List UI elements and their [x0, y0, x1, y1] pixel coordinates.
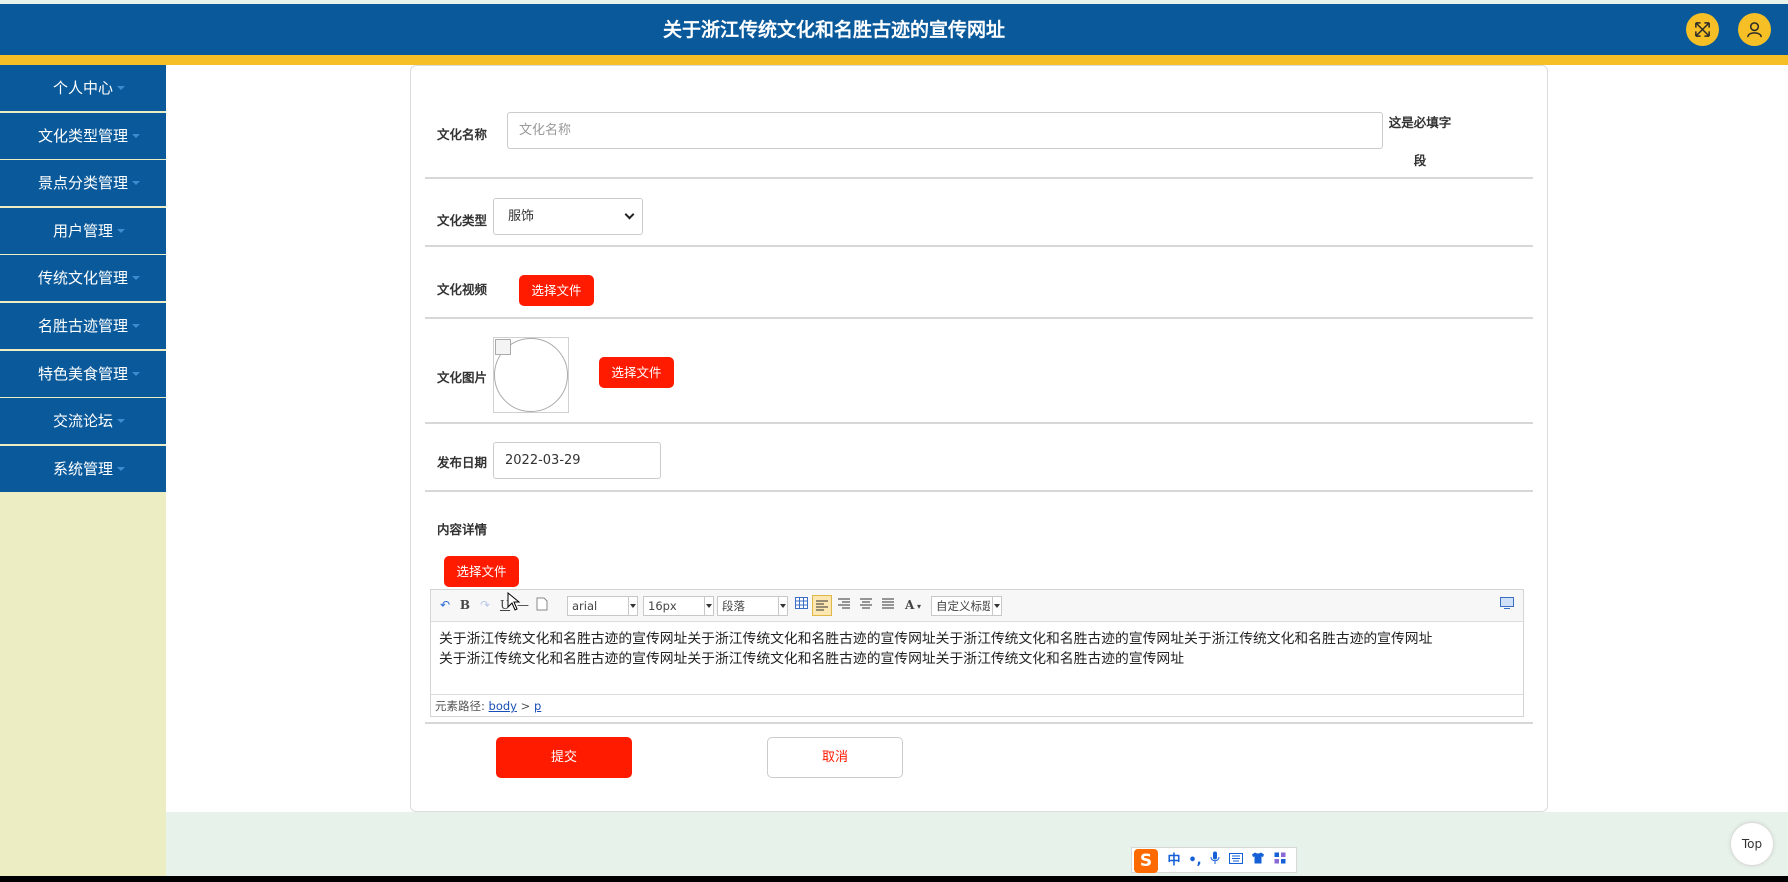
skin-icon[interactable] [1249, 851, 1267, 871]
user-icon [1747, 22, 1762, 38]
chevron-down-icon [704, 597, 713, 615]
submit-button[interactable]: 提交 [496, 737, 632, 778]
date-label: 发布日期 [437, 455, 488, 470]
sidebar-item-users[interactable]: 用户管理 [0, 207, 166, 254]
caret-down-icon [117, 466, 125, 471]
ime-punctuation-toggle[interactable]: •, [1186, 851, 1204, 871]
toolbox-icon[interactable] [1271, 851, 1289, 871]
video-choose-file-button[interactable]: 选择文件 [519, 275, 594, 306]
chevron-down-icon [624, 209, 635, 220]
sidebar-item-traditional-culture[interactable]: 传统文化管理 [0, 255, 166, 302]
source-view-icon[interactable] [1498, 597, 1516, 614]
video-label: 文化视频 [437, 282, 488, 297]
back-to-top-button[interactable]: Top [1730, 822, 1774, 866]
sidebar-item-label: 用户管理 [52, 221, 113, 240]
chevron-down-icon [992, 597, 1001, 615]
align-center-icon[interactable] [858, 597, 874, 614]
editor-content[interactable]: 关于浙江传统文化和名胜古迹的宣传网址关于浙江传统文化和名胜古迹的宣传网址关于浙江… [439, 629, 1519, 669]
culture-type-select[interactable]: 服饰 [493, 198, 643, 235]
sidebar-item-label: 景点分类管理 [37, 174, 128, 193]
sidebar: 个人中心 文化类型管理 景点分类管理 用户管理 传统文化管理 名胜古迹管理 特色… [0, 65, 166, 876]
sidebar-item-label: 文化类型管理 [37, 126, 128, 145]
redo-icon[interactable]: ↷ [477, 597, 493, 614]
page-icon[interactable] [535, 597, 549, 614]
edit-form: 文化名称 这是必填字 段 文化类型 服饰 文化视频 选择文件 文化图片 选择文件… [410, 65, 1548, 812]
microphone-icon[interactable] [1206, 851, 1224, 871]
table-icon[interactable] [793, 597, 809, 614]
align-justify-icon[interactable] [880, 597, 896, 614]
cancel-button[interactable]: 取消 [767, 737, 903, 778]
sidebar-item-culture-types[interactable]: 文化类型管理 [0, 112, 166, 159]
align-left-button[interactable] [812, 595, 832, 616]
caret-down-icon [132, 276, 140, 281]
form-row-name: 文化名称 这是必填字 段 [425, 66, 1533, 179]
content-choose-file-button[interactable]: 选择文件 [444, 556, 519, 587]
keyboard-icon[interactable] [1227, 851, 1245, 871]
select-value: 服饰 [508, 209, 535, 224]
ime-mode-toggle[interactable]: 中 [1165, 851, 1183, 871]
chevron-down-icon [628, 597, 637, 615]
form-row-image [425, 319, 1533, 424]
caret-down-icon [117, 86, 125, 90]
ime-logo-icon[interactable]: S [1134, 849, 1158, 873]
sidebar-item-label: 系统管理 [52, 459, 113, 478]
caret-down-icon [117, 228, 125, 233]
content-label: 内容详情 [437, 522, 488, 537]
align-right-icon[interactable] [836, 597, 852, 614]
header-accent-strip [0, 55, 1788, 65]
path-link-p[interactable]: p [534, 699, 541, 713]
app-window: 关于浙江传统文化和名胜古迹的宣传网址 个人中心 文化类型管理 景点分类管理 用户… [0, 0, 1788, 876]
chevron-down-icon [778, 597, 787, 615]
sidebar-item-label: 传统文化管理 [37, 269, 128, 288]
page-title: 关于浙江传统文化和名胜古迹的宣传网址 [662, 19, 1005, 41]
bold-button[interactable]: B [457, 597, 473, 614]
sidebar-item-label: 名胜古迹管理 [37, 316, 128, 335]
path-link-body[interactable]: body [489, 699, 517, 713]
caret-down-icon [132, 371, 140, 376]
sidebar-item-personal-center[interactable]: 个人中心 [0, 65, 166, 111]
sidebar-item-historic-sites[interactable]: 名胜古迹管理 [0, 302, 166, 349]
caret-down-icon [132, 323, 140, 328]
user-button[interactable] [1738, 13, 1771, 46]
rich-text-editor: ↶ B ↷ U — arial 16px 段落 A ▾ 自定义标题 关于浙江传统… [430, 589, 1524, 717]
sidebar-item-forum[interactable]: 交流论坛 [0, 398, 166, 445]
custom-title-select[interactable]: 自定义标题 [931, 596, 1002, 616]
fullscreen-button[interactable] [1686, 13, 1719, 46]
sidebar-item-system[interactable]: 系统管理 [0, 445, 166, 492]
font-family-select[interactable]: arial [567, 596, 638, 616]
mouse-cursor-icon [507, 592, 521, 611]
image-preview [493, 337, 569, 413]
undo-icon[interactable]: ↶ [437, 597, 453, 614]
font-color-button[interactable]: A ▾ [902, 597, 924, 614]
type-label: 文化类型 [437, 213, 488, 228]
element-path: 元素路径: body > p [431, 694, 1523, 716]
publish-date-input[interactable]: 2022-03-29 [493, 442, 661, 479]
required-hint: 这是必填字 段 [1388, 115, 1452, 168]
image-choose-file-button[interactable]: 选择文件 [599, 357, 674, 388]
sidebar-item-local-food[interactable]: 特色美食管理 [0, 350, 166, 397]
sidebar-item-label: 个人中心 [52, 79, 113, 97]
font-size-select[interactable]: 16px [643, 596, 714, 616]
caret-down-icon [117, 419, 125, 424]
culture-name-input[interactable] [507, 112, 1383, 149]
expand-icon [1695, 22, 1710, 37]
paragraph-select[interactable]: 段落 [717, 596, 788, 616]
image-label: 文化图片 [437, 370, 488, 385]
caret-down-icon [132, 133, 140, 138]
editor-toolbar: ↶ B ↷ U — arial 16px 段落 A ▾ 自定义标题 [431, 590, 1523, 622]
caret-down-icon [132, 181, 140, 186]
name-label: 文化名称 [437, 127, 488, 142]
sidebar-item-scenic-categories[interactable]: 景点分类管理 [0, 160, 166, 207]
sidebar-item-label: 交流论坛 [52, 412, 113, 431]
broken-image-icon [495, 339, 511, 355]
ime-toolbar: S 中 •, [1131, 847, 1297, 873]
sidebar-item-label: 特色美食管理 [37, 364, 128, 383]
